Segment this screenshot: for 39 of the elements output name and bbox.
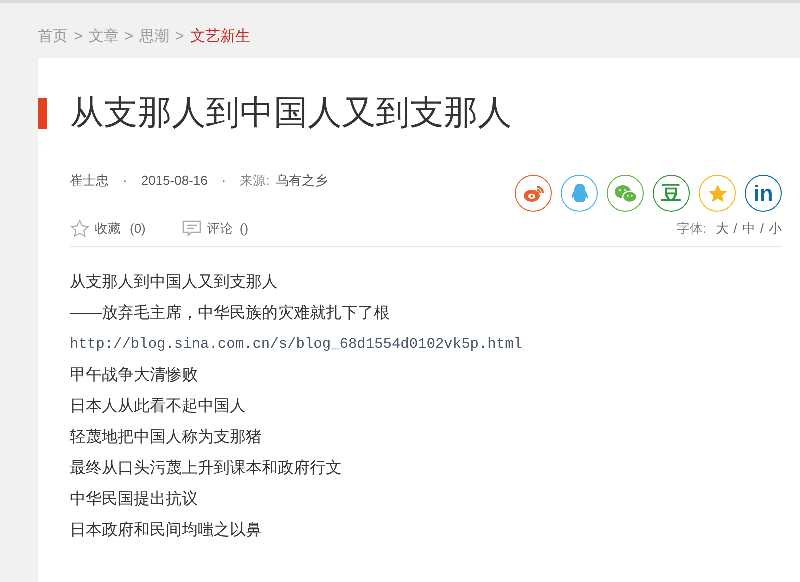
star-outline-icon (70, 219, 90, 239)
font-size-option[interactable]: 小 (769, 219, 782, 239)
breadcrumb-separator: > (124, 27, 134, 48)
meta-separator: · (222, 172, 226, 190)
option-separator: / (734, 220, 738, 238)
article-paragraph: 日本政府和民间均嗤之以鼻 (70, 520, 263, 541)
article-title: 从支那人到中国人又到支那人 (70, 96, 512, 130)
meta-separator: · (123, 172, 128, 190)
article-paragraph: 最终从口头污蔑上升到课本和政府行文 (70, 458, 343, 479)
article-link[interactable]: http://blog.sina.com.cn/s/blog_68d1554d0102vk5p.html (70, 334, 782, 356)
title-accent-bar (38, 98, 47, 128)
linkedin-logo: in (754, 182, 774, 204)
breadcrumb-separator: > (176, 27, 184, 48)
article-paragraph: 甲午战争大清惨败 (70, 366, 199, 386)
article-paragraph: 轻蔑地把中国人称为支那猪 (70, 428, 263, 448)
share-button[interactable] (561, 175, 598, 212)
favorite-button[interactable]: 收藏 (0) (70, 219, 146, 239)
share-button[interactable] (515, 175, 552, 212)
share-button[interactable]: in (745, 175, 782, 212)
font-size-option[interactable]: 中 (742, 219, 756, 239)
publish-date: 2015-08-16 (141, 172, 208, 190)
comment-button[interactable]: 评论 () (182, 219, 249, 239)
share-button[interactable] (699, 175, 736, 212)
source-label: 来源: (240, 172, 270, 190)
share-button[interactable]: 豆 (653, 175, 690, 212)
font-size-label: 字体: (677, 220, 707, 238)
douban-logo: 豆 (662, 184, 682, 204)
comment-icon (182, 220, 202, 238)
breadcrumb-separator: > (74, 27, 83, 48)
font-size-option[interactable]: 大 (716, 219, 729, 239)
source-name: 乌有之乡 (276, 172, 328, 190)
author-name: 崔士忠 (70, 172, 109, 190)
article-paragraph: ——放弃毛主席，中华民族的灾难就扎下了根 (70, 304, 391, 324)
option-separator: / (760, 220, 764, 238)
article-paragraph: 从支那人到中国人又到支那人 (70, 272, 279, 293)
article-paragraph: 日本人从此看不起中国人 (70, 396, 247, 417)
share-button[interactable] (607, 175, 644, 212)
article-paragraph: 中华民国提出抗议 (70, 490, 199, 510)
breadcrumb-link[interactable]: 文艺新生 (190, 26, 250, 49)
